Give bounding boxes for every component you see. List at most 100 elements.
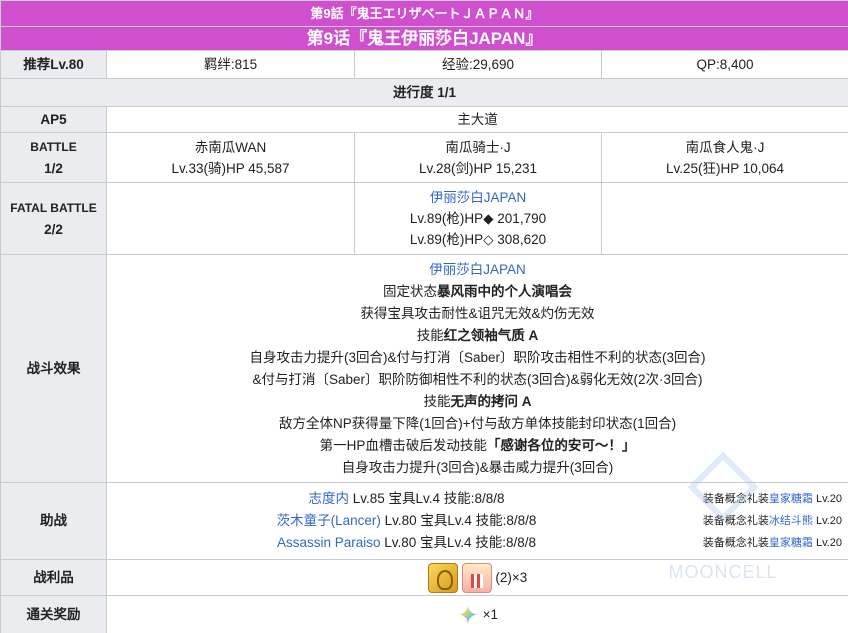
ap-label: AP5 — [0, 106, 107, 133]
support-servant-link[interactable]: 志度内 — [308, 488, 349, 510]
enemy-stats: Lv.25(狂)HP 10,064 — [665, 160, 785, 176]
ce-name-link[interactable]: 皇家糖霜 — [769, 532, 813, 554]
progress-label: 进行度 1/1 — [0, 78, 848, 107]
header-title-row: 第9话『鬼王伊丽莎白JAPAN』 — [0, 26, 848, 51]
effect-line: 自身攻击力提升(3回合)&付与打消〔Saber〕职阶攻击相性不利的状态(3回合) — [109, 347, 846, 369]
battle-2-label-wave: 2/2 — [44, 221, 63, 237]
drops-count: (2)×3 — [495, 569, 528, 585]
ce-level: Lv.20 — [812, 515, 843, 527]
support-servants: 志度内 Lv.85 宝具Lv.4 技能:8/8/8 茨木童子(Lancer) L… — [215, 483, 598, 559]
support-label: 助战 — [0, 482, 107, 560]
ap-row: AP5 主大道 — [0, 106, 848, 133]
saint-quartz-icon[interactable]: ✦ — [457, 602, 479, 628]
ce-prefix: 装备概念礼装 — [702, 537, 769, 549]
battle-1-enemy-2: 南瓜骑士·J Lv.28(剑)HP 15,231 — [354, 132, 602, 183]
battle-1-row: BATTLE 1/2 赤南瓜WAN Lv.33(骑)HP 45,587 南瓜骑士… — [0, 132, 848, 183]
ce-level: Lv.20 — [812, 537, 843, 549]
effect-line: 技能无声的拷问 A — [109, 391, 846, 413]
support-ce-2: 装备概念礼装 冰结斗熊 Lv.20 — [602, 510, 842, 532]
ce-prefix: 装备概念礼装 — [702, 493, 769, 505]
rewards-row: 通关奖励 ✦ ×1 — [0, 595, 848, 633]
quest-table: 第9話『鬼王エリザベートＪＡＰＡＮ』 第9话『鬼王伊丽莎白JAPAN』 推荐Lv… — [0, 0, 848, 633]
battle-1-enemy-3: 南瓜食人鬼·J Lv.25(狂)HP 10,064 — [600, 132, 848, 183]
support-row: 助战 志度内 Lv.85 宝具Lv.4 技能:8/8/8 茨木童子(Lancer… — [0, 482, 848, 560]
quest-page: 第9話『鬼王エリザベートＪＡＰＡＮ』 第9话『鬼王伊丽莎白JAPAN』 推荐Lv… — [0, 0, 848, 633]
support-entry-2: 茨木童子(Lancer) Lv.80 宝具Lv.4 技能:8/8/8 — [215, 510, 598, 532]
effect-enemy-link[interactable]: 伊丽莎白JAPAN — [429, 262, 526, 277]
effect-skill-name: 红之领袖气质 A — [443, 327, 539, 343]
popcorn-item-icon[interactable] — [461, 562, 492, 593]
effect-text: 自身攻击力提升(3回合)&付与打消〔Saber〕职阶攻击相性不利的状态(3回合) — [249, 349, 706, 365]
boss-name-link[interactable]: 伊丽莎白JAPAN — [357, 187, 599, 208]
rewards-count: ×1 — [482, 607, 498, 622]
effect-skill-name: 「感谢各位的安可～！」 — [486, 437, 636, 453]
effect-text: 获得宝具攻击耐性&诅咒无效&灼伤无效 — [360, 305, 595, 321]
effect-line: 获得宝具攻击耐性&诅咒无效&灼伤无效 — [109, 303, 846, 325]
battle-2-label: FATAL BATTLE 2/2 — [0, 182, 107, 255]
info-row: 推荐Lv.80 羁绊:815 经验:29,690 QP:8,400 — [0, 50, 848, 79]
effect-line: 第一HP血槽击破后发动技能「感谢各位的安可～！」 — [109, 435, 846, 457]
golden-item-icon[interactable] — [427, 562, 458, 593]
progress-row: 进行度 1/1 — [0, 78, 848, 107]
support-servant-detail: Lv.85 宝具Lv.4 技能:8/8/8 — [348, 491, 505, 506]
support-ce-3: 装备概念礼装 皇家糖霜 Lv.20 — [602, 532, 842, 554]
support-servant-detail: Lv.80 宝具Lv.4 技能:8/8/8 — [380, 535, 537, 550]
effect-text: 自身攻击力提升(3回合)&暴击威力提升(3回合) — [341, 459, 614, 475]
battle-2-empty-right — [600, 182, 848, 255]
support-entry-1: 志度内 Lv.85 宝具Lv.4 技能:8/8/8 — [215, 488, 598, 510]
boss-stats-2: Lv.89(枪)HP◇ 308,620 — [409, 232, 547, 247]
effect-text: &付与打消〔Saber〕职阶防御相性不利的状态(3回合)&弱化无效(2次·3回合… — [252, 371, 703, 387]
drops-content: (2)×3 — [105, 559, 848, 596]
qp-value: QP:8,400 — [600, 50, 848, 79]
effect-line: 自身攻击力提升(3回合)&暴击威力提升(3回合) — [109, 457, 846, 479]
route-value: 主大道 — [105, 106, 848, 133]
battle-1-enemy-1: 赤南瓜WAN Lv.33(骑)HP 45,587 — [106, 132, 355, 183]
support-craft-essences: 装备概念礼装 皇家糖霜 Lv.20 装备概念礼装 冰结斗熊 Lv.20 装备概念… — [602, 483, 842, 559]
ce-name-link[interactable]: 皇家糖霜 — [769, 488, 813, 510]
effect-skill-name: 无声的拷问 A — [450, 393, 532, 409]
effects-row: 战斗效果 伊丽莎白JAPAN 固定状态暴风雨中的个人演唱会 获得宝具攻击耐性&诅咒无… — [0, 254, 848, 483]
ce-prefix: 装备概念礼装 — [702, 515, 769, 527]
support-ce-1: 装备概念礼装 皇家糖霜 Lv.20 — [602, 488, 842, 510]
rewards-content: ✦ ×1 — [105, 595, 848, 633]
quest-title: 第9话『鬼王伊丽莎白JAPAN』 — [0, 26, 848, 51]
battle-2-empty-left — [106, 182, 355, 255]
enemy-stats: Lv.33(骑)HP 45,587 — [171, 160, 290, 176]
boss-stats-1: Lv.89(枪)HP◆ 201,790 — [409, 211, 547, 226]
effect-text: 敌方全体NP获得量下降(1回合)+付与敌方单体技能封印状态(1回合) — [278, 415, 677, 431]
effect-text: 技能 — [416, 327, 444, 343]
effect-text: 技能 — [423, 393, 451, 409]
effects-content: 伊丽莎白JAPAN 固定状态暴风雨中的个人演唱会获得宝具攻击耐性&诅咒无效&灼伤无… — [105, 254, 848, 483]
enemy-name: 南瓜骑士·J — [445, 139, 511, 155]
battle-2-label-title: FATAL BATTLE — [10, 200, 97, 215]
support-servant-link[interactable]: 茨木童子(Lancer) — [277, 510, 381, 532]
effect-line: 技能红之领袖气质 A — [109, 325, 846, 347]
effect-line: 伊丽莎白JAPAN — [109, 259, 846, 281]
enemy-name: 赤南瓜WAN — [194, 139, 267, 155]
effect-skill-name: 暴风雨中的个人演唱会 — [437, 283, 573, 299]
battle-2-row: FATAL BATTLE 2/2 伊丽莎白JAPAN Lv.89(枪)HP◆ 2… — [0, 182, 848, 255]
effect-text: 固定状态 — [383, 283, 438, 299]
support-entry-3: Assassin Paraiso Lv.80 宝具Lv.4 技能:8/8/8 — [215, 532, 598, 554]
support-body: 志度内 Lv.85 宝具Lv.4 技能:8/8/8 茨木童子(Lancer) L… — [107, 483, 848, 559]
drops-row: 战利品 (2)×3 — [0, 559, 848, 596]
exp-value: 经验:29,690 — [354, 50, 602, 79]
ce-level: Lv.20 — [812, 493, 843, 505]
header-subtitle-row: 第9話『鬼王エリザベートＪＡＰＡＮ』 — [0, 0, 848, 27]
rewards-label: 通关奖励 — [0, 595, 107, 633]
support-servant-detail: Lv.80 宝具Lv.4 技能:8/8/8 — [380, 513, 537, 528]
effect-line: 固定状态暴风雨中的个人演唱会 — [109, 281, 846, 303]
support-content: 志度内 Lv.85 宝具Lv.4 技能:8/8/8 茨木童子(Lancer) L… — [105, 482, 848, 560]
bond-value: 羁绊:815 — [106, 50, 355, 79]
effect-line: 敌方全体NP获得量下降(1回合)+付与敌方单体技能封印状态(1回合) — [109, 413, 846, 435]
enemy-stats: Lv.28(剑)HP 15,231 — [418, 160, 538, 176]
ce-name-link[interactable]: 冰结斗熊 — [769, 510, 813, 532]
drops-label: 战利品 — [0, 559, 107, 596]
recommended-level: 推荐Lv.80 — [0, 50, 107, 79]
quest-subtitle: 第9話『鬼王エリザベートＪＡＰＡＮ』 — [0, 0, 848, 27]
battle-1-label-title: BATTLE — [30, 139, 77, 154]
battle-2-enemy: 伊丽莎白JAPAN Lv.89(枪)HP◆ 201,790 Lv.89(枪)HP… — [354, 182, 602, 255]
enemy-name: 南瓜食人鬼·J — [685, 139, 765, 155]
support-servant-link[interactable]: Assassin Paraiso — [277, 532, 381, 554]
effect-text: 第一HP血槽击破后发动技能 — [319, 437, 487, 453]
